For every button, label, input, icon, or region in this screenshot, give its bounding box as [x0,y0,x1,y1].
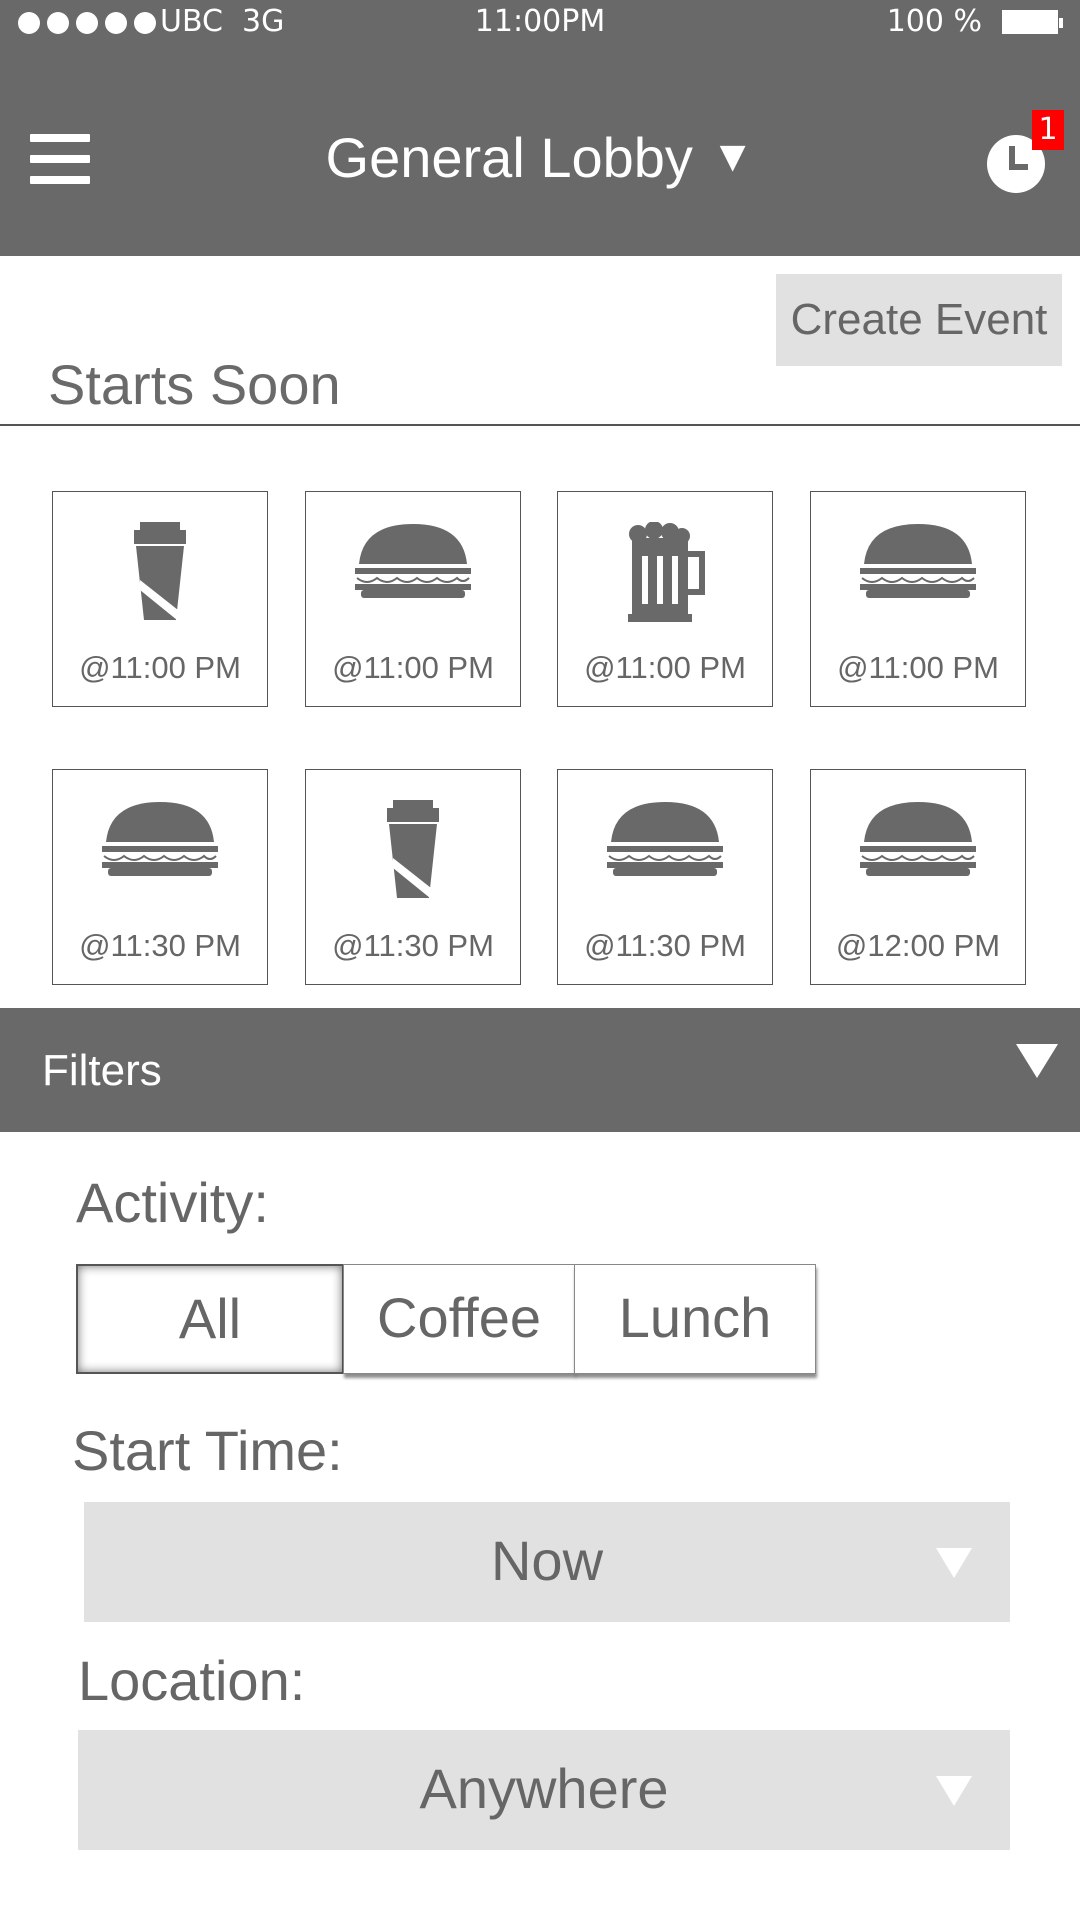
event-tile[interactable]: @11:30 PM [305,769,521,985]
location-dropdown[interactable]: Anywhere [78,1730,1010,1850]
battery-percent: 100 % [886,4,982,39]
event-time: @11:30 PM [332,928,494,963]
event-tile[interactable]: @11:30 PM [557,769,773,985]
event-tile[interactable]: @11:00 PM [52,491,268,707]
chevron-down-icon: ▼ [710,132,755,181]
lobby-selector[interactable]: General Lobby ▼ [0,125,1080,190]
activity-label: Activity: [76,1171,269,1234]
event-time: @11:00 PM [332,650,494,685]
start-time-dropdown[interactable]: Now [84,1502,1010,1622]
event-tile[interactable]: @11:00 PM [810,491,1026,707]
chevron-down-icon [936,1548,972,1578]
notification-badge: 1 [1032,110,1064,150]
event-time: @11:00 PM [79,650,241,685]
location-value: Anywhere [419,1757,669,1820]
section-title-starts-soon: Starts Soon [48,353,341,416]
activity-option-coffee[interactable]: Coffee [343,1264,575,1374]
event-time: @11:00 PM [584,650,746,685]
section-divider [0,424,1080,426]
create-event-button[interactable]: Create Event [776,274,1062,366]
start-time-value: Now [490,1529,604,1592]
event-time: @11:30 PM [584,928,746,963]
event-tile[interactable]: @11:30 PM [52,769,268,985]
filters-title: Filters [42,1046,162,1095]
battery-icon [1002,10,1063,34]
status-bar: UBC 3G 11:00PM 100 % [0,0,1080,50]
chevron-down-icon [936,1776,972,1806]
lobby-title: General Lobby [325,126,693,189]
location-label: Location: [78,1649,306,1712]
chevron-down-icon[interactable] [1016,1044,1058,1078]
app-header: General Lobby ▼ 1 [0,50,1080,256]
event-time: @12:00 PM [835,928,1001,963]
event-tile[interactable]: @11:00 PM [557,491,773,707]
event-time: @11:30 PM [79,928,241,963]
event-tile[interactable]: @11:00 PM [305,491,521,707]
filters-header[interactable]: Filters [0,1008,1080,1132]
start-time-label: Start Time: [72,1419,343,1482]
activity-option-lunch[interactable]: Lunch [574,1264,816,1374]
event-time: @11:00 PM [837,650,999,685]
activity-option-all[interactable]: All [76,1264,344,1374]
event-tile[interactable]: @12:00 PM [810,769,1026,985]
